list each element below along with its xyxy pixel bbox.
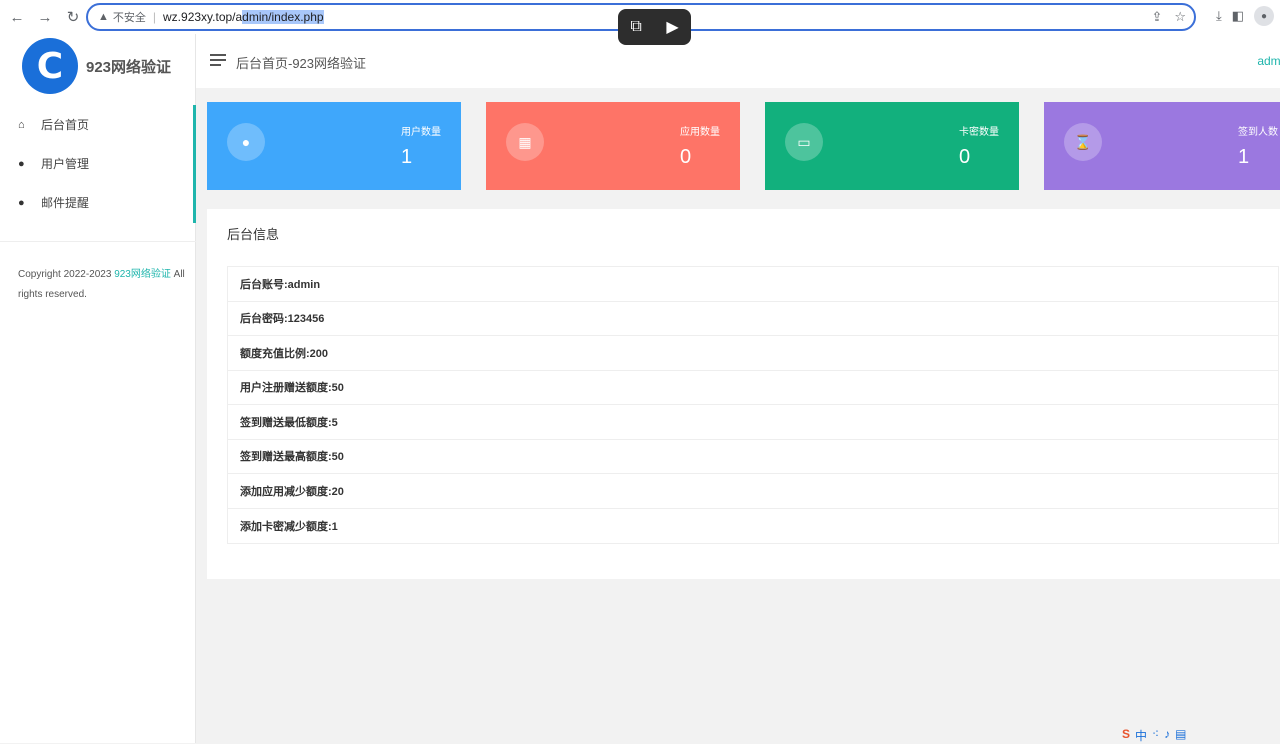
info-row: 后台密码:123456	[228, 302, 1278, 336]
user-menu[interactable]: admin	[1257, 54, 1280, 68]
menu-toggle-icon[interactable]	[210, 54, 226, 66]
top-header: 后台首页-923网络验证 admin	[196, 34, 1280, 88]
stat-value: 0	[959, 146, 971, 168]
download-icon[interactable]: ⤓	[1216, 8, 1222, 24]
insecure-label: 不安全	[112, 12, 146, 24]
side-panel-icon[interactable]: ◧	[1232, 8, 1244, 24]
address-separator: |	[152, 10, 157, 24]
ime-mode-icon: 中	[1135, 729, 1148, 743]
ime-mic-icon: ♪	[1164, 727, 1171, 741]
info-row: 签到赠送最低额度:5	[228, 405, 1278, 440]
browser-actions: ⤓ ◧ ●	[1216, 6, 1274, 26]
back-icon[interactable]: ←	[4, 4, 30, 30]
card-icon: ▭	[785, 123, 823, 161]
info-row: 后台账号:admin	[228, 267, 1278, 302]
info-row: 用户注册赠送额度:50	[228, 371, 1278, 405]
hourglass-icon: ⌛	[1064, 123, 1102, 161]
sidebar-item-label: 邮件提醒	[41, 196, 90, 210]
sidebar-menu: ⌂ 后台首页 ● 用户管理 ● 邮件提醒	[0, 105, 196, 223]
pip-overlay: ⧉ ▶	[618, 9, 691, 45]
forward-icon[interactable]: →	[32, 4, 58, 30]
info-row: 签到赠送最高额度:50	[228, 440, 1278, 474]
warning-icon: ▲	[98, 11, 109, 23]
sidebar: C 923网络验证 ⌂ 后台首页 ● 用户管理 ● 邮件提醒 Copyright…	[0, 34, 196, 743]
brand[interactable]: C 923网络验证	[0, 34, 196, 102]
stat-value: 1	[401, 146, 413, 168]
ime-toolbar[interactable]: S 中 ⁖ ♪ ▤	[1122, 727, 1280, 743]
stat-value: 1	[1238, 146, 1250, 168]
reload-icon[interactable]: ↻	[60, 4, 86, 30]
video-icon[interactable]: ▶	[666, 17, 678, 37]
user-icon: ●	[18, 157, 25, 170]
exit-pip-icon[interactable]: ⧉	[630, 18, 641, 36]
ime-punct-icon: ⁖	[1152, 727, 1160, 741]
brand-name: 923网络验证	[86, 59, 172, 76]
profile-icon[interactable]: ●	[1254, 6, 1274, 26]
ime-logo-icon: S	[1122, 727, 1131, 741]
info-row: 添加卡密减少额度:1	[240, 520, 338, 533]
stat-label: 应用数量	[680, 127, 720, 138]
info-row: 添加应用减少额度:20	[228, 474, 1278, 509]
stat-label: 用户数量	[401, 127, 441, 138]
user-icon: ●	[18, 196, 25, 209]
stat-card-cards: ▭ 卡密数量 0	[765, 102, 1019, 190]
url-plain: wz.923xy.top/a	[163, 10, 243, 24]
sidebar-item-label: 后台首页	[41, 118, 90, 132]
url-text[interactable]: wz.923xy.top/admin/index.php	[163, 10, 324, 24]
ime-keyboard-icon: ▤	[1175, 727, 1187, 741]
star-icon[interactable]: ☆	[1174, 9, 1186, 25]
copyright-prefix: Copyright 2022-2023	[18, 269, 115, 280]
logo: C	[22, 38, 78, 94]
url-selected: dmin/index.php	[242, 10, 324, 24]
home-icon: ⌂	[18, 118, 25, 131]
sidebar-item-users[interactable]: ● 用户管理	[0, 144, 193, 183]
stat-card-apps: ▦ 应用数量 0	[486, 102, 740, 190]
divider	[0, 241, 196, 242]
address-actions: ⇪ ☆	[1151, 9, 1186, 25]
panel-title: 后台信息	[227, 227, 280, 242]
share-icon[interactable]: ⇪	[1151, 9, 1162, 25]
info-list: 后台账号:admin 后台密码:123456 额度充值比例:200 用户注册赠送…	[227, 266, 1279, 544]
copyright-link[interactable]: 923网络验证	[114, 269, 171, 280]
info-row: 额度充值比例:200	[228, 336, 1278, 371]
user-icon: ●	[227, 123, 265, 161]
info-panel: 后台信息 后台账号:admin 后台密码:123456 额度充值比例:200 用…	[207, 209, 1280, 579]
stat-label: 签到人数	[1238, 127, 1278, 138]
stat-card-users: ● 用户数量 1	[207, 102, 461, 190]
sidebar-item-home[interactable]: ⌂ 后台首页	[0, 105, 193, 144]
stat-card-signins: ⌛ 签到人数 1	[1044, 102, 1280, 190]
copyright: Copyright 2022-2023 923网络验证 All rights r…	[18, 265, 186, 305]
grid-icon: ▦	[506, 123, 544, 161]
stat-label: 卡密数量	[959, 127, 999, 138]
sidebar-item-label: 用户管理	[41, 157, 90, 171]
sidebar-item-mail[interactable]: ● 邮件提醒	[0, 183, 193, 222]
stat-value: 0	[680, 146, 692, 168]
page-title: 后台首页-923网络验证	[236, 56, 367, 71]
